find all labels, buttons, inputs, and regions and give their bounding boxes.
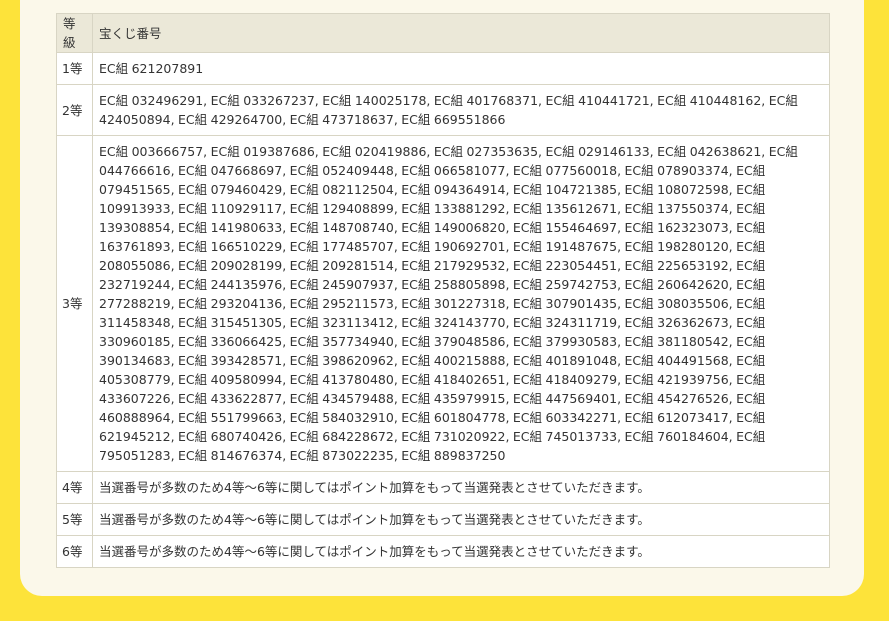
numbers-cell: 当選番号が多数のため4等～6等に関してはポイント加算をもって当選発表とさせていた… — [92, 471, 830, 504]
grade-cell: 6等 — [56, 535, 93, 568]
numbers-cell: EC組 032496291, EC組 033267237, EC組 140025… — [92, 84, 830, 136]
header-grade: 等級 — [56, 13, 93, 53]
grade-cell: 4等 — [56, 471, 93, 504]
table-row: 4等 当選番号が多数のため4等～6等に関してはポイント加算をもって当選発表とさせ… — [56, 471, 830, 504]
numbers-cell: 当選番号が多数のため4等～6等に関してはポイント加算をもって当選発表とさせていた… — [92, 535, 830, 568]
numbers-cell: EC組 621207891 — [92, 52, 830, 85]
table-row: 2等 EC組 032496291, EC組 033267237, EC組 140… — [56, 84, 830, 136]
content-panel: 等級 宝くじ番号 1等 EC組 621207891 2等 EC組 0324962… — [20, 0, 864, 596]
table-row: 3等 EC組 003666757, EC組 019387686, EC組 020… — [56, 135, 830, 472]
table-row: 1等 EC組 621207891 — [56, 52, 830, 85]
table-row: 6等 当選番号が多数のため4等～6等に関してはポイント加算をもって当選発表とさせ… — [56, 535, 830, 568]
grade-cell: 2等 — [56, 84, 93, 136]
header-lottery-number: 宝くじ番号 — [92, 13, 830, 53]
numbers-cell: EC組 003666757, EC組 019387686, EC組 020419… — [92, 135, 830, 472]
table-header-row: 等級 宝くじ番号 — [56, 13, 830, 53]
grade-cell: 5等 — [56, 503, 93, 536]
table-row: 5等 当選番号が多数のため4等～6等に関してはポイント加算をもって当選発表とさせ… — [56, 503, 830, 536]
grade-cell: 1等 — [56, 52, 93, 85]
prize-table: 等級 宝くじ番号 1等 EC組 621207891 2等 EC組 0324962… — [56, 13, 830, 568]
numbers-cell: 当選番号が多数のため4等～6等に関してはポイント加算をもって当選発表とさせていた… — [92, 503, 830, 536]
grade-cell: 3等 — [56, 135, 93, 472]
